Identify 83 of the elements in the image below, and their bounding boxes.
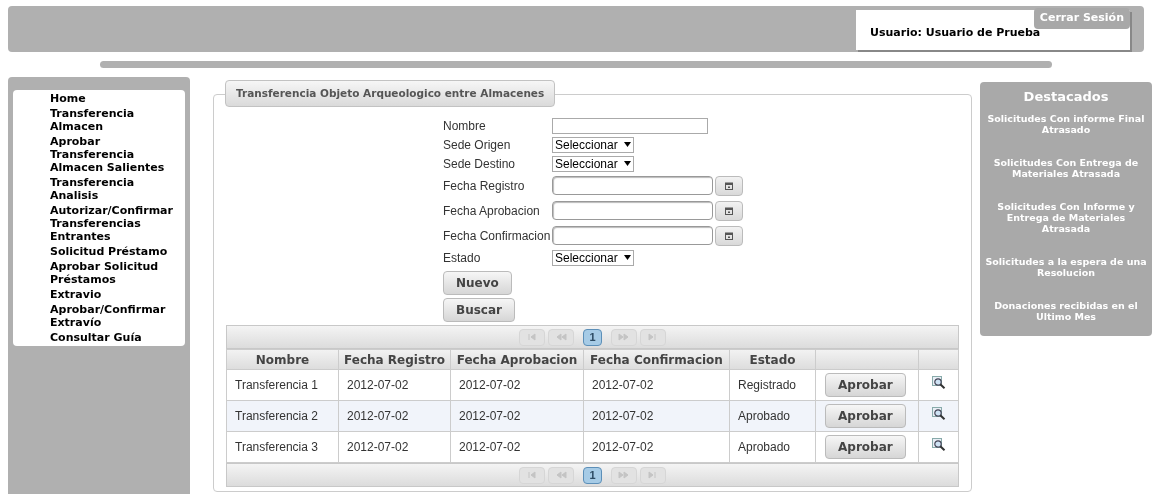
table-cell: 2012-07-02	[338, 369, 451, 401]
column-header: Fecha Confirmacion	[583, 349, 730, 370]
menu-item[interactable]: Transferencia Almacen	[50, 107, 183, 133]
dropdown-caret-icon	[623, 161, 631, 166]
magnifier-button[interactable]	[931, 407, 946, 420]
page-number-button[interactable]: 1	[583, 328, 602, 346]
table-cell: 2012-07-02	[583, 400, 730, 432]
date-field[interactable]	[552, 226, 713, 245]
table-cell: Transferencia 1	[226, 369, 339, 401]
table-cell: Aprobado	[729, 431, 816, 463]
menu-item[interactable]: Aprobar Solicitud Préstamos	[50, 260, 183, 286]
dropdown-caret-icon	[623, 142, 631, 147]
menu-item[interactable]: Consultar Guía	[50, 331, 183, 344]
pager-next-button[interactable]	[610, 466, 637, 484]
magnifier-button[interactable]	[931, 438, 946, 451]
column-header: Estado	[729, 349, 816, 370]
left-arrow-icon	[526, 470, 538, 480]
right-arrow-icon	[647, 332, 659, 342]
magnifier-icon	[931, 407, 946, 420]
table-cell: 2012-07-02	[583, 369, 730, 401]
highlights-title: Destacados	[1023, 88, 1109, 106]
dropdown[interactable]: Seleccionar	[552, 136, 634, 153]
calendar-button[interactable]	[715, 200, 743, 221]
table-cell: 2012-07-02	[450, 431, 584, 463]
field-label: Fecha Aprobacion	[443, 202, 541, 220]
column-header: Nombre	[226, 349, 339, 370]
menu-item[interactable]: Home	[50, 92, 183, 105]
menu-item[interactable]: Aprobar/Confirmar Extravío	[50, 303, 183, 329]
pager-next-button[interactable]	[610, 328, 637, 346]
date-field[interactable]	[552, 201, 713, 220]
approve-button[interactable]: Aprobar	[825, 404, 906, 428]
magnifier-icon	[931, 438, 946, 451]
left-arrow-icon	[555, 332, 567, 342]
table-cell: 2012-07-02	[338, 400, 451, 432]
action-button[interactable]: Buscar	[443, 298, 515, 322]
pager-first-button[interactable]	[519, 328, 546, 346]
magnifier-button[interactable]	[931, 376, 946, 389]
left-arrow-icon	[526, 332, 538, 342]
field-label: Fecha Confirmacion	[443, 227, 552, 245]
pager-prev-button[interactable]	[548, 328, 575, 346]
table-cell: 2012-07-02	[450, 400, 584, 432]
field-label: Estado	[443, 249, 482, 267]
column-header: Fecha Aprobacion	[450, 349, 584, 370]
menu-item[interactable]: Autorizar/Confirmar Transferencias Entrantes	[50, 204, 183, 243]
dropdown[interactable]: Seleccionar	[552, 155, 634, 172]
page-number-button[interactable]: 1	[583, 466, 602, 484]
approve-button[interactable]: Aprobar	[825, 373, 906, 397]
table-cell: Registrado	[729, 369, 816, 401]
calendar-icon	[725, 181, 733, 190]
approve-button[interactable]: Aprobar	[825, 435, 906, 459]
field-label: Sede Destino	[443, 155, 517, 173]
right-arrow-icon	[618, 470, 630, 480]
magnifier-icon	[931, 376, 946, 389]
field-label: Sede Origen	[443, 136, 512, 154]
calendar-button[interactable]	[715, 175, 743, 196]
date-field[interactable]	[552, 176, 713, 195]
text-field[interactable]	[552, 117, 708, 134]
calendar-icon	[725, 206, 733, 215]
dropdown[interactable]: Seleccionar	[552, 249, 634, 266]
calendar-button[interactable]	[715, 225, 743, 246]
pager-last-button[interactable]	[639, 466, 666, 484]
pager-prev-button[interactable]	[548, 466, 575, 484]
table-cell: Transferencia 3	[226, 431, 339, 463]
column-header: Fecha Registro	[338, 349, 451, 370]
menu-item[interactable]: Aprobar Transferencia Almacen Salientes	[50, 135, 183, 174]
table-cell: 2012-07-02	[583, 431, 730, 463]
calendar-icon	[725, 231, 733, 240]
dropdown-caret-icon	[623, 255, 631, 260]
field-label: Fecha Registro	[443, 177, 526, 195]
action-button[interactable]: Nuevo	[443, 271, 512, 295]
right-arrow-icon	[618, 332, 630, 342]
menu-item[interactable]: Extravio	[50, 288, 183, 301]
right-arrow-icon	[647, 470, 659, 480]
field-label: Nombre	[443, 117, 487, 135]
pager-last-button[interactable]	[639, 328, 666, 346]
menu-item[interactable]: Solicitud Préstamo	[50, 245, 183, 258]
table-cell: Transferencia 2	[226, 400, 339, 432]
menu-item[interactable]: Transferencia Analisis	[50, 176, 183, 202]
left-arrow-icon	[555, 470, 567, 480]
table-cell: 2012-07-02	[338, 431, 451, 463]
table-cell: 2012-07-02	[450, 369, 584, 401]
table-cell: Aprobado	[729, 400, 816, 432]
pager-first-button[interactable]	[519, 466, 546, 484]
